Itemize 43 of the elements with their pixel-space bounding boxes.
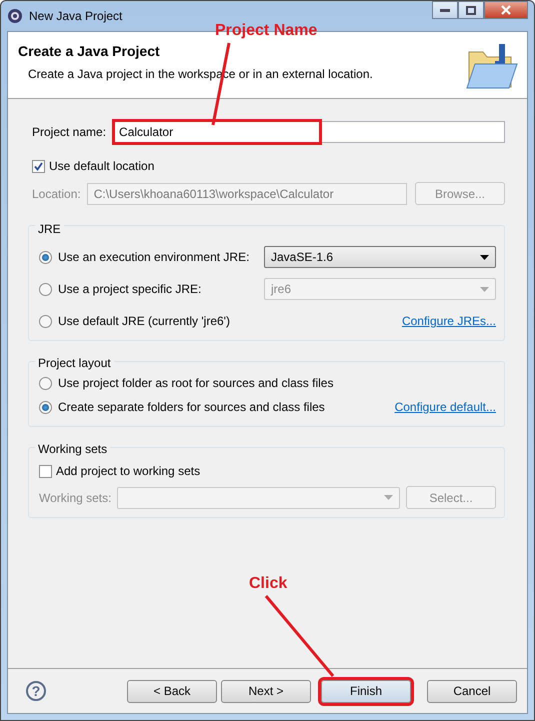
- checkbox-label: Add project to working sets: [56, 464, 200, 478]
- close-button[interactable]: [484, 1, 528, 19]
- jre-dropdown[interactable]: jre6: [264, 278, 496, 300]
- caret-icon: [480, 286, 489, 292]
- caret-icon: [384, 495, 393, 500]
- maximize-icon: [466, 6, 476, 14]
- radio-button[interactable]: [39, 250, 52, 264]
- radio-label: Create separate folders for sources and class files: [58, 400, 325, 414]
- maximize-button[interactable]: [458, 1, 484, 19]
- checkbox[interactable]: [32, 160, 45, 172]
- jre-dropdown[interactable]: JavaSE-1.6: [264, 246, 496, 268]
- configure-link[interactable]: Configure JREs...: [402, 314, 496, 328]
- radio-label: Use a project specific JRE:: [58, 282, 202, 296]
- radio-label: Use project folder as root for sources and class files: [58, 376, 334, 390]
- dialog-button[interactable]: Cancel: [427, 680, 517, 702]
- radio-button[interactable]: [39, 314, 52, 328]
- annotation-label: Click: [249, 575, 288, 593]
- minimize-icon: [440, 8, 450, 12]
- checkbox[interactable]: [39, 464, 52, 478]
- checkbox-label: Use default location: [49, 159, 154, 173]
- project-name-field[interactable]: Calculator: [112, 121, 505, 143]
- help-icon[interactable]: ?: [26, 681, 46, 701]
- dialog-button[interactable]: Next >: [221, 680, 311, 702]
- window-title: New Java Project: [29, 9, 122, 23]
- field-label: Project name:: [32, 125, 106, 139]
- group-title: Project layout: [35, 356, 114, 370]
- group-title: Working sets: [35, 442, 110, 456]
- radio-label: Use default JRE (currently 'jre6'): [58, 314, 231, 328]
- radio-button[interactable]: [39, 376, 52, 390]
- radio-button[interactable]: [39, 400, 52, 414]
- app-icon: [7, 8, 23, 24]
- radio-button[interactable]: [39, 282, 52, 296]
- dialog-button[interactable]: < Back: [127, 680, 217, 702]
- field-label: Working sets:: [39, 490, 112, 504]
- configure-link[interactable]: Configure default...: [394, 400, 496, 414]
- close-icon: [501, 5, 511, 15]
- annotation-label: Project Name: [215, 22, 318, 40]
- field-label: Location:: [32, 186, 81, 200]
- page-title: Create a Java Project: [18, 43, 161, 59]
- group-title: JRE: [35, 222, 64, 236]
- radio-label: Use an execution environment JRE:: [58, 250, 250, 264]
- caret-icon: [480, 254, 489, 260]
- minimize-button[interactable]: [432, 1, 458, 19]
